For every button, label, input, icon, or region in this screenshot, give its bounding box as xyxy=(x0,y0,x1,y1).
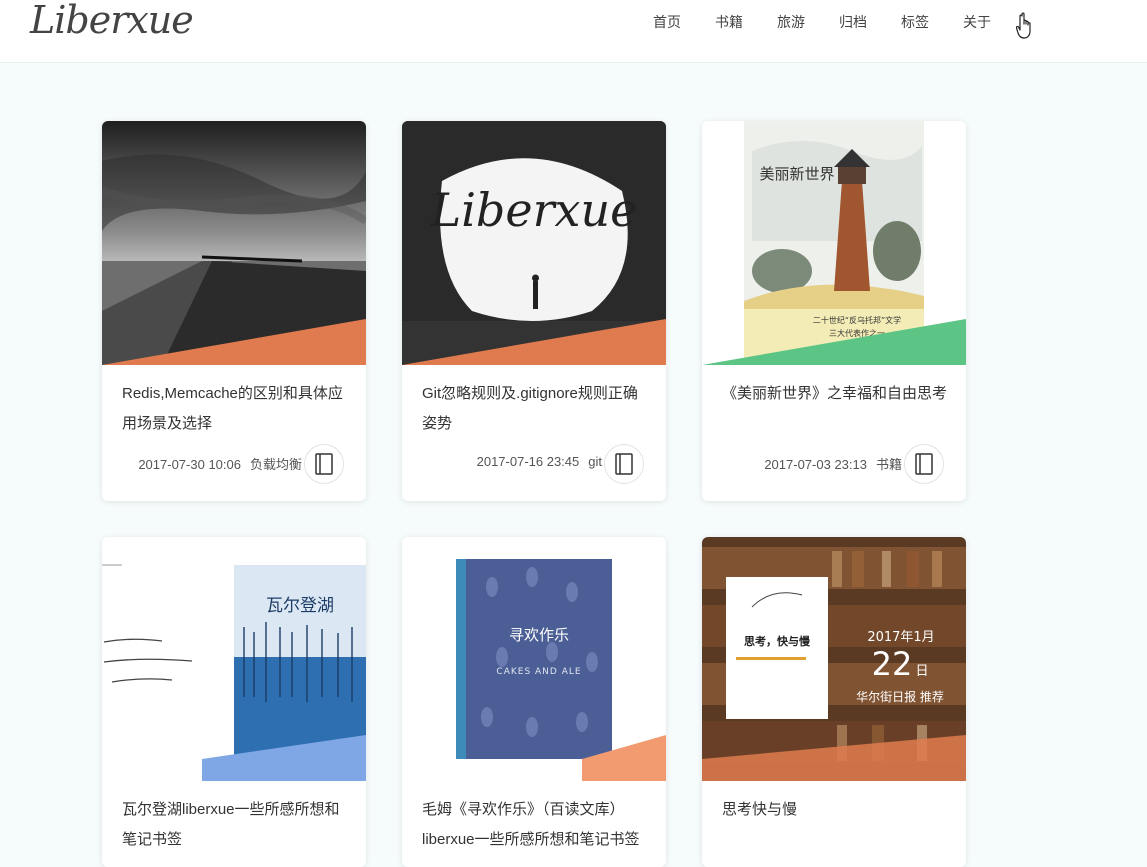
post-thumbnail[interactable] xyxy=(102,121,366,365)
post-title[interactable]: 思考快与慢 xyxy=(722,795,948,825)
post-date: 2017-07-30 10:06 xyxy=(138,457,241,472)
thumb-book-title: 寻欢作乐 xyxy=(509,626,569,644)
read-button[interactable] xyxy=(604,444,644,484)
post-card[interactable]: 寻欢作乐 CAKES AND ALE 毛姆《寻欢作乐》（百读文库）liberxu… xyxy=(402,537,666,867)
post-thumbnail[interactable]: 瓦尔登湖 xyxy=(102,537,366,781)
nav-archive[interactable]: 归档 xyxy=(839,13,867,31)
nav-about[interactable]: 关于 xyxy=(963,13,991,31)
book-icon xyxy=(915,453,933,475)
post-meta: 2017-07-03 23:13 书籍 xyxy=(764,454,902,473)
post-meta: 2017-07-16 23:45 git xyxy=(477,454,602,469)
post-title[interactable]: 毛姆《寻欢作乐》（百读文库）liberxue一些所感所想和笔记书签 xyxy=(422,795,648,855)
post-card[interactable]: Redis,Memcache的区别和具体应用场景及选择 2017-07-30 1… xyxy=(102,121,366,501)
read-button[interactable] xyxy=(904,444,944,484)
post-tag[interactable]: 书籍 xyxy=(876,457,902,472)
post-title[interactable]: 《美丽新世界》之幸福和自由思考 xyxy=(722,379,948,409)
post-card[interactable]: 美丽新世界 二十世纪“反乌托邦”文学 三大代表作之一 《美丽新世界》之幸福和自由… xyxy=(702,121,966,501)
hand-cursor-icon xyxy=(1016,12,1031,39)
site-logo[interactable]: Liberxue xyxy=(30,0,194,42)
thumb-day-text: 22 xyxy=(872,645,913,683)
post-meta: 2017-07-30 10:06 负载均衡 xyxy=(138,454,302,473)
post-title[interactable]: Redis,Memcache的区别和具体应用场景及选择 xyxy=(122,379,348,439)
post-thumbnail[interactable]: 思考，快与慢 2017年1月 22 日 华尔街日报 推荐 xyxy=(702,537,966,781)
post-card[interactable]: Liberxue Git忽略规则及.gitignore规则正确姿势 2017-0… xyxy=(402,121,666,501)
nav-home[interactable]: 首页 xyxy=(653,13,681,31)
thumb-day-unit: 日 xyxy=(915,664,928,679)
thumb-book-sub: 二十世纪“反乌托邦”文学 xyxy=(813,315,901,325)
post-tag[interactable]: git xyxy=(588,454,602,469)
post-card[interactable]: 思考，快与慢 2017年1月 22 日 华尔街日报 推荐 思考快与慢 xyxy=(702,537,966,867)
thumb-recommend-text: 华尔街日报 推荐 xyxy=(856,689,944,704)
post-card[interactable]: 瓦尔登湖 瓦尔登湖liberxue一些所感所想和笔记书签 xyxy=(102,537,366,867)
thumb-book-title: 美丽新世界 xyxy=(759,165,834,183)
thumb-book-title: 瓦尔登湖 xyxy=(266,596,334,616)
thumb-logo-text: Liberxue xyxy=(430,183,638,237)
nav-travel[interactable]: 旅游 xyxy=(777,13,805,31)
main-nav: 首页 书籍 旅游 归档 标签 关于 xyxy=(653,13,1025,31)
thumb-book-sub: CAKES AND ALE xyxy=(496,667,581,677)
nav-books[interactable]: 书籍 xyxy=(715,13,743,31)
post-thumbnail[interactable]: 寻欢作乐 CAKES AND ALE xyxy=(402,537,666,781)
post-thumbnail[interactable]: Liberxue xyxy=(402,121,666,365)
post-thumbnail[interactable]: 美丽新世界 二十世纪“反乌托邦”文学 三大代表作之一 xyxy=(702,121,966,365)
thumb-book-title: 思考，快与慢 xyxy=(744,634,811,648)
book-icon xyxy=(315,453,333,475)
post-title[interactable]: Git忽略规则及.gitignore规则正确姿势 xyxy=(422,379,648,439)
nav-tags[interactable]: 标签 xyxy=(901,13,929,31)
thumb-date-text: 2017年1月 xyxy=(867,630,934,645)
post-tag[interactable]: 负载均衡 xyxy=(250,457,302,472)
book-icon xyxy=(615,453,633,475)
post-title[interactable]: 瓦尔登湖liberxue一些所感所想和笔记书签 xyxy=(122,795,348,855)
site-header: Liberxue 首页 书籍 旅游 归档 标签 关于 xyxy=(0,0,1147,63)
post-date: 2017-07-16 23:45 xyxy=(476,454,580,469)
read-button[interactable] xyxy=(304,444,344,484)
post-date: 2017-07-03 23:13 xyxy=(764,457,867,472)
